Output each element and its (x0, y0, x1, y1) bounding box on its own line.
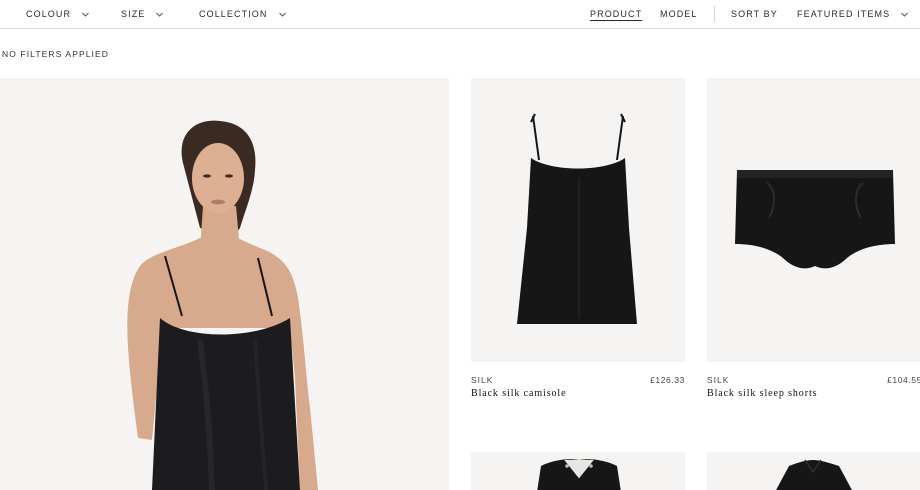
chevron-down-icon (155, 10, 164, 19)
view-model-label: MODEL (660, 9, 698, 19)
product-image-sleep-shorts[interactable] (707, 78, 920, 362)
collection-filter-dropdown[interactable]: COLLECTION (199, 0, 287, 28)
product-name-link[interactable]: Black silk sleep shorts (707, 388, 817, 399)
sort-value-label: FEATURED ITEMS (797, 9, 891, 19)
product-collection: SILK (471, 375, 494, 385)
size-filter-dropdown[interactable]: SIZE (121, 0, 164, 28)
chevron-down-icon (900, 10, 909, 19)
product-image-jacket[interactable] (707, 452, 920, 490)
view-product-toggle[interactable]: PRODUCT (590, 0, 642, 28)
product-image-blazer[interactable] (471, 452, 685, 490)
product-image-camisole[interactable] (471, 78, 685, 362)
view-model-toggle[interactable]: MODEL (660, 0, 698, 28)
sort-dropdown[interactable]: FEATURED ITEMS (797, 0, 909, 28)
filters-status: NO FILTERS APPLIED (2, 49, 110, 59)
view-product-label: PRODUCT (590, 9, 643, 19)
collection-filter-label: COLLECTION (199, 9, 268, 19)
product-collection: SILK (707, 375, 730, 385)
colour-filter-label: COLOUR (26, 9, 72, 19)
size-filter-label: SIZE (121, 9, 146, 19)
product-price: £104.55 (887, 375, 920, 385)
toolbar-divider (714, 6, 715, 22)
product-price: £126.33 (650, 375, 685, 385)
hero-model-image[interactable] (0, 78, 449, 490)
chevron-down-icon (81, 10, 90, 19)
chevron-down-icon (278, 10, 287, 19)
colour-filter-dropdown[interactable]: COLOUR (26, 0, 90, 28)
product-name-link[interactable]: Black silk camisole (471, 388, 566, 399)
filter-bar: COLOUR SIZE COLLECTION PRODUCT MODEL SOR… (0, 0, 920, 29)
sort-by-label: SORT BY (731, 9, 778, 19)
